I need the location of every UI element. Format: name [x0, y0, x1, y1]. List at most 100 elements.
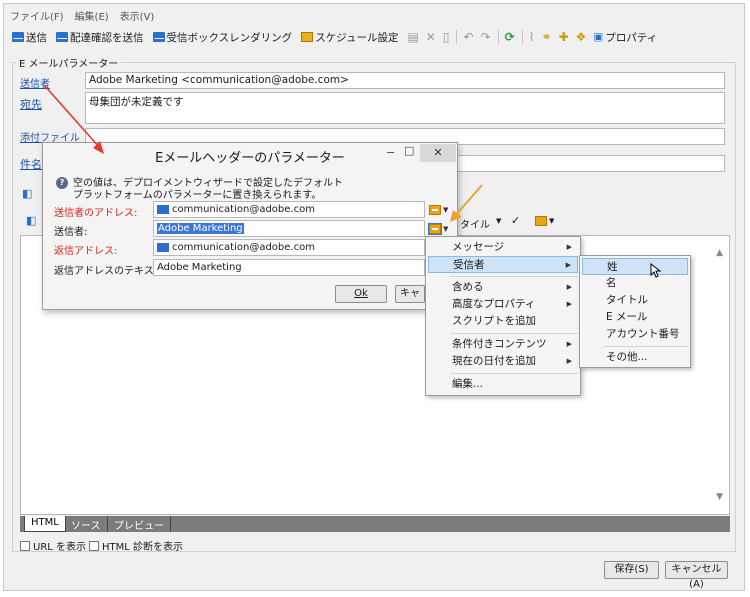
sender-name-field[interactable]: Adobe Marketing: [153, 220, 425, 237]
menu-item-message[interactable]: メッセージ ▶: [428, 239, 578, 256]
toolbar-separator: [521, 30, 523, 44]
envelope-icon: [157, 243, 169, 252]
email-params-title: E メールパラメーター: [16, 55, 122, 70]
link-icon[interactable]: ⚭: [542, 30, 552, 44]
reply-text-field[interactable]: Adobe Marketing: [153, 259, 425, 276]
menu-separator: [450, 373, 578, 374]
personalization-picker-icon[interactable]: [428, 223, 442, 235]
red-annotation-arrow: [43, 84, 104, 154]
sender-address-field[interactable]: communication@adobe.com: [153, 201, 425, 218]
mouse-cursor-icon: [650, 263, 662, 278]
chevron-right-icon: ▶: [565, 261, 571, 269]
toolbar-separator: [497, 30, 499, 44]
to-field[interactable]: 母集団が未定義です: [85, 92, 725, 124]
checkbox-box: [20, 540, 30, 551]
scroll-down-icon[interactable]: ▼: [716, 492, 723, 502]
sender-field[interactable]: Adobe Marketing <communication@adobe.com…: [85, 72, 725, 89]
chevron-down-icon[interactable]: ▼: [496, 217, 501, 225]
menubar: ファイル(F) 編集(E) 表示(V): [10, 8, 155, 23]
calendar-icon: [301, 32, 314, 42]
chevron-right-icon: ▶: [566, 283, 572, 291]
clipboard-icon: ▣: [593, 31, 604, 43]
reply-address-field[interactable]: communication@adobe.com: [153, 239, 425, 256]
html-content-icon[interactable]: ◧: [22, 187, 32, 200]
close-icon[interactable]: ✕: [420, 144, 456, 162]
tracking-icon[interactable]: ❖: [576, 30, 587, 44]
refresh-icon[interactable]: ⟳: [505, 30, 515, 44]
personalization-picker-icon[interactable]: [535, 216, 547, 226]
attachment-icon[interactable]: ⌇: [529, 30, 535, 44]
submenu-item-title[interactable]: タイトル: [582, 292, 688, 309]
editor-tab-bar: HTML ソース プレビュー: [20, 516, 730, 532]
reply-text-label: 返信アドレスのテキスト:: [54, 266, 168, 277]
info-text-line2: プラットフォームのパラメーターに置き換えられます。: [73, 190, 322, 201]
orange-annotation-arrow: [450, 184, 483, 222]
envelope-rendering-icon: [152, 32, 165, 42]
toolbar-separator: [456, 30, 458, 44]
submenu-item-email[interactable]: E メール: [582, 309, 688, 326]
personalization-picker-icon[interactable]: [429, 205, 441, 215]
tab-html[interactable]: HTML: [24, 516, 66, 532]
menu-item-add-script[interactable]: スクリプトを追加: [428, 313, 578, 330]
chevron-right-icon: ▶: [566, 340, 572, 348]
save-button[interactable]: 保存(S): [604, 561, 659, 579]
sender-name-label: 送信者:: [54, 227, 88, 238]
paste-icon[interactable]: ▤: [407, 30, 418, 44]
cut-icon[interactable]: ✕: [426, 30, 436, 44]
submenu-item-first-name[interactable]: 名: [582, 275, 688, 292]
gift-icon[interactable]: ✚: [559, 30, 569, 44]
inbox-rendering-button[interactable]: 受信ボックスレンダリング: [152, 30, 292, 45]
undo-icon[interactable]: ↶: [463, 30, 473, 44]
chevron-right-icon: ▶: [566, 243, 572, 251]
envelope-icon: [157, 205, 169, 214]
dialog-cancel-button[interactable]: キャ: [395, 285, 425, 303]
email-header-dialog: Eメールヘッダーのパラメーター − □ ✕ ? 空の値は、デプロイメントウィザー…: [42, 142, 458, 310]
scroll-up-icon[interactable]: ▲: [716, 248, 723, 258]
menu-separator: [450, 276, 578, 277]
tab-source[interactable]: ソース: [65, 516, 108, 532]
send-proof-button[interactable]: 配達確認を送信: [56, 30, 144, 45]
properties-button[interactable]: ▣ プロパティ: [593, 30, 657, 45]
redo-icon[interactable]: ↷: [481, 30, 491, 44]
recipient-submenu: 姓 名 タイトル E メール アカウント番号 その他...: [579, 255, 691, 368]
menu-view[interactable]: 表示(V): [120, 8, 155, 23]
tab-preview[interactable]: プレビュー: [108, 516, 171, 532]
minimize-icon[interactable]: −: [386, 146, 395, 159]
menu-file[interactable]: ファイル(F): [10, 8, 64, 23]
send-button[interactable]: 送信: [12, 30, 47, 45]
maximize-icon[interactable]: □: [404, 144, 414, 157]
chevron-right-icon: ▶: [566, 357, 572, 365]
submenu-item-account-number[interactable]: アカウント番号: [582, 326, 688, 343]
to-link[interactable]: 宛先: [20, 96, 42, 112]
submenu-item-last-name[interactable]: 姓: [582, 258, 688, 275]
chevron-down-icon[interactable]: ▼: [443, 225, 448, 233]
menu-item-add-date[interactable]: 現在の日付を追加 ▶: [428, 353, 578, 370]
info-icon: ?: [56, 177, 68, 189]
envelope-icon: [12, 32, 24, 42]
sender-address-label: 送信者のアドレス:: [54, 208, 138, 219]
menu-item-edit[interactable]: 編集...: [428, 376, 578, 393]
schedule-button[interactable]: スケジュール設定: [301, 30, 398, 45]
menu-item-advanced-properties[interactable]: 高度なプロパティ ▶: [428, 296, 578, 313]
checkbox-box: [89, 540, 99, 551]
subject-link[interactable]: 件名: [20, 156, 42, 172]
menu-separator: [604, 346, 688, 347]
spellcheck-icon[interactable]: ✓: [511, 214, 520, 227]
menu-item-include[interactable]: 含める ▶: [428, 279, 578, 296]
toolbar: 送信 配達確認を送信 受信ボックスレンダリング スケジュール設定 ▤ ✕ ▯ ↶…: [12, 28, 666, 46]
menu-item-conditional-content[interactable]: 条件付きコンテンツ ▶: [428, 336, 578, 353]
chevron-right-icon: ▶: [566, 300, 572, 308]
submenu-item-other[interactable]: その他...: [582, 349, 688, 366]
menu-edit[interactable]: 編集(E): [75, 8, 109, 23]
menu-separator: [450, 333, 578, 334]
cancel-button[interactable]: キャンセル(A): [665, 561, 728, 590]
delete-icon[interactable]: ▯: [443, 30, 450, 44]
envelope-check-icon: [56, 32, 68, 42]
html-diag-checkbox[interactable]: HTML 診断を表示: [89, 538, 183, 553]
ok-button[interactable]: Ok: [335, 285, 387, 303]
menu-item-recipient[interactable]: 受信者 ▶: [428, 256, 578, 273]
show-urls-checkbox[interactable]: URL を表示: [20, 538, 86, 553]
chevron-down-icon[interactable]: ▼: [549, 217, 554, 225]
edit-content-icon[interactable]: ◧: [26, 214, 36, 227]
reply-address-label: 返信アドレス:: [54, 246, 118, 257]
